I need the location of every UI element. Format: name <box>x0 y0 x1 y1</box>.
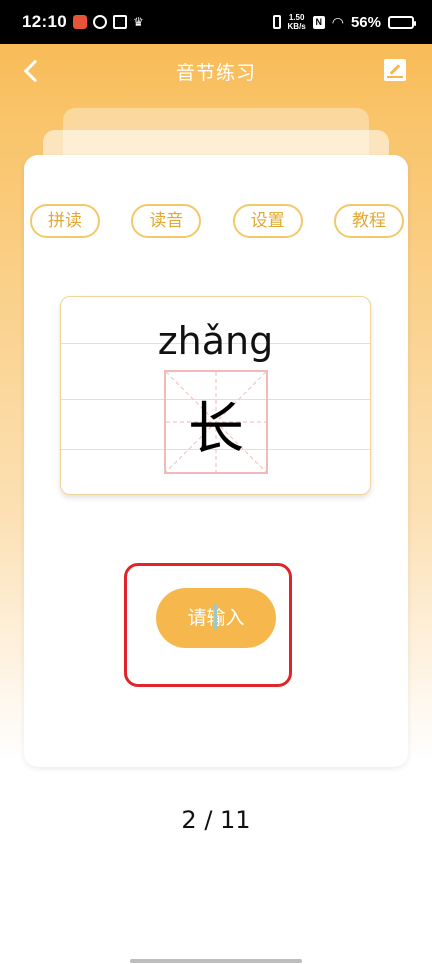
tianzige-grid: 长 <box>164 370 268 474</box>
battery-icon <box>388 15 416 29</box>
hanzi-character: 长 <box>188 397 244 462</box>
mode-tabs: 拼读 读音 设置 教程 <box>30 204 404 238</box>
tab-shezhi[interactable]: 设置 <box>232 204 303 238</box>
status-left: 12:10 ♛ <box>22 12 144 32</box>
network-speed-value: 1.50 <box>288 13 305 22</box>
wifi-icon: ◠ <box>331 13 344 30</box>
status-bar: 12:10 ♛ 1.50 KB/s N ◠ 56% <box>0 0 432 44</box>
tab-jiaocheng[interactable]: 教程 <box>333 204 404 238</box>
back-icon[interactable] <box>20 58 46 84</box>
notification-box-icon <box>112 15 127 29</box>
nav-bar: 音节练习 <box>0 44 432 98</box>
page-title: 音节练习 <box>175 61 256 84</box>
nfc-icon: N <box>312 15 325 29</box>
tab-pindu[interactable]: 拼读 <box>30 204 100 238</box>
crown-icon: ♛ <box>132 15 144 29</box>
home-indicator[interactable] <box>130 959 302 963</box>
tab-duyin[interactable]: 读音 <box>131 204 202 238</box>
touch-cursor-marker <box>214 604 217 630</box>
battery-percent: 56% <box>350 13 381 31</box>
network-speed: 1.50 KB/s <box>288 13 306 31</box>
edit-icon[interactable] <box>384 59 406 81</box>
notification-app-icon <box>72 15 87 29</box>
status-right: 1.50 KB/s N ◠ 56% <box>272 13 416 31</box>
network-speed-unit: KB/s <box>287 22 306 31</box>
notification-circle-icon <box>92 15 107 29</box>
progress-indicator: 2 / 11 <box>181 806 251 834</box>
pinyin-text: zhǎng <box>157 319 274 363</box>
vibrate-icon <box>272 15 281 29</box>
pinyin-writing-card: zhǎng 长 <box>60 296 371 495</box>
status-time: 12:10 <box>22 12 67 31</box>
